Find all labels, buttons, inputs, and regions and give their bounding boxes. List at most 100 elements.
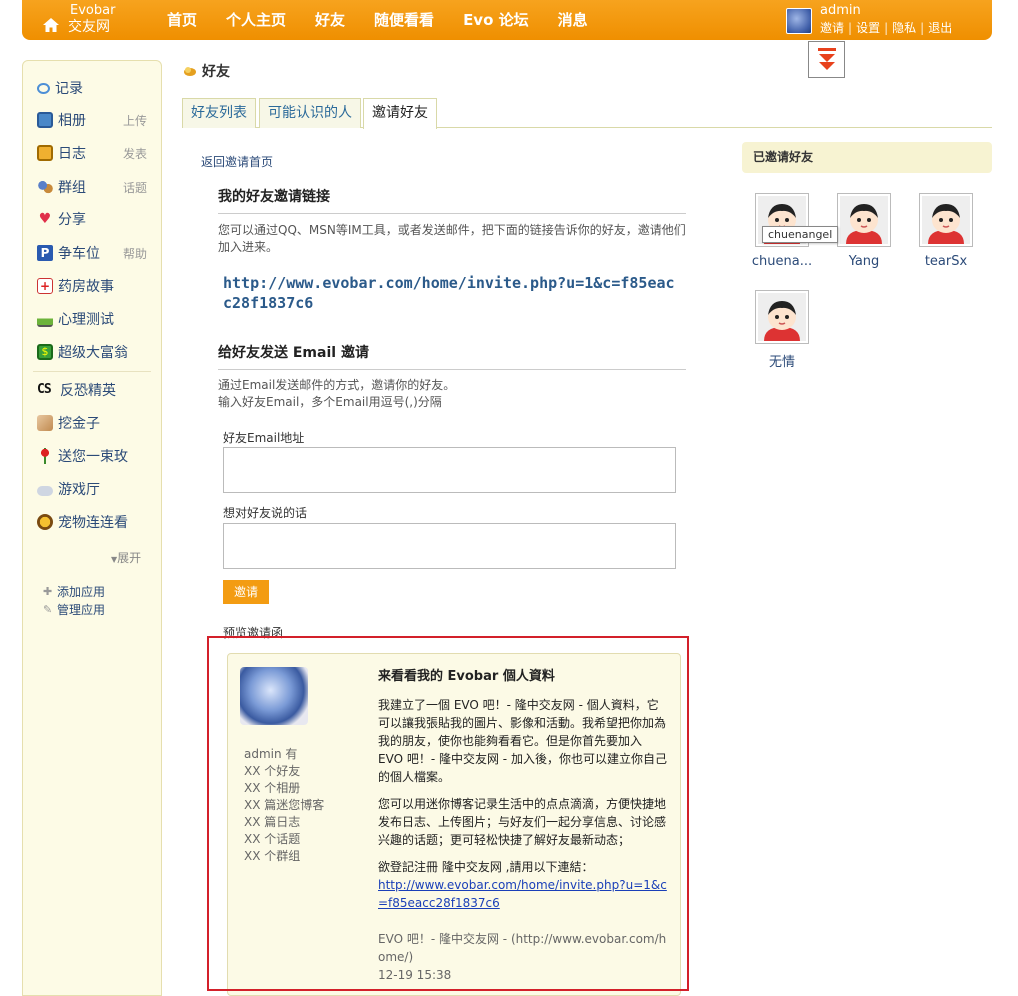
add-app-link[interactable]: ✚ 添加应用 (43, 583, 105, 600)
invite-link-section-title: 我的好友邀请链接 (218, 186, 686, 214)
sidebar-item-game-hall[interactable]: 游戏厅 (37, 478, 161, 500)
sidebar-item-pharmacy[interactable]: + 药房故事 (37, 275, 161, 297)
nav-friends[interactable]: 好友 (315, 0, 345, 40)
sidebar-item-parking[interactable]: P 争车位 帮助 (37, 242, 161, 264)
message-field[interactable] (223, 523, 676, 569)
avatar (755, 290, 809, 344)
publish-link[interactable]: 发表 (123, 145, 147, 162)
sidebar-divider (33, 371, 151, 372)
expand-label: 展开 (117, 551, 142, 565)
email-desc-line1: 通过Email发送邮件的方式，邀请你的好友。 (218, 378, 456, 392)
invited-friends-header: 已邀请好友 (742, 142, 992, 173)
nav-forum[interactable]: Evo 论坛 (463, 0, 529, 40)
invited-friend[interactable]: tearSx (906, 193, 986, 269)
nav-messages[interactable]: 消息 (558, 0, 588, 40)
sidebar-item-album[interactable]: 相册 上传 (37, 109, 161, 131)
friend-name: tearSx (924, 254, 968, 269)
sidebar-item-label: 超级大富翁 (58, 345, 128, 361)
nav-profile[interactable]: 个人主页 (226, 0, 286, 40)
tab-invite-friends[interactable]: 邀请好友 (363, 98, 437, 129)
sidebar: 记录 相册 上传 日志 发表 群组 话题 ♥ 分享 P 争车位 帮助 + 药房故事 心理测试 … (22, 60, 162, 996)
page-title-text: 好友 (202, 64, 230, 80)
sidebar-item-group[interactable]: 群组 话题 (37, 176, 161, 198)
add-app-label: 添加应用 (57, 585, 106, 599)
plus-icon: ✚ (43, 584, 53, 598)
notebook-icon (37, 145, 53, 161)
privacy-link[interactable]: 隐私 (892, 21, 916, 35)
manage-app-label: 管理应用 (57, 603, 106, 617)
invited-friend[interactable]: 无情 (742, 290, 822, 370)
email-invite-desc: 通过Email发送邮件的方式，邀请你的好友。 输入好友Email，多个Email… (218, 377, 686, 411)
friends-icon (184, 67, 196, 76)
user-links: 邀请 | 设置 | 隐私 | 退出 (820, 19, 952, 36)
logo-text-en: Evobar (70, 3, 116, 18)
friend-name: 无情 (768, 355, 795, 370)
separator: | (884, 21, 889, 35)
user-avatar[interactable] (786, 8, 812, 34)
upload-link[interactable]: 上传 (123, 112, 147, 129)
sidebar-item-label: 药房故事 (58, 279, 114, 295)
nav-browse[interactable]: 随便看看 (374, 0, 434, 40)
site-logo[interactable]: Evobar 交友网 (42, 2, 152, 38)
email-invite-section-title: 给好友发送 Email 邀请 (218, 342, 686, 370)
username[interactable]: admin (820, 3, 861, 18)
logout-link[interactable]: 退出 (928, 21, 952, 35)
invite-link-desc: 您可以通过QQ、MSN等IM工具，或者发送邮件，把下面的链接告诉你的好友，邀请他… (218, 223, 686, 254)
email-field-label: 好友Email地址 (223, 431, 305, 445)
tab-bar: 好友列表 可能认识的人 邀请好友 (182, 98, 992, 129)
sidebar-item-share[interactable]: ♥ 分享 (37, 208, 161, 230)
sidebar-item-label: 送您一束玫 (58, 449, 128, 465)
sidebar-item-gold[interactable]: 挖金子 (37, 412, 161, 434)
separator: | (920, 21, 925, 35)
manage-app-link[interactable]: ✎ 管理应用 (43, 601, 105, 618)
tab-may-know[interactable]: 可能认识的人 (259, 98, 361, 128)
message-field-label: 想对好友说的话 (223, 506, 308, 520)
flask-icon (37, 311, 53, 327)
sidebar-item-psych-test[interactable]: 心理测试 (37, 308, 161, 330)
speech-bubble-icon (37, 82, 50, 94)
sidebar-item-rose[interactable]: 送您一束玫 (37, 445, 161, 467)
sidebar-item-label: 争车位 (58, 246, 100, 262)
sidebar-item-label: 宠物连连看 (58, 515, 128, 531)
tab-friend-list[interactable]: 好友列表 (182, 98, 256, 128)
sidebar-item-label: 游戏厅 (58, 482, 100, 498)
user-panel: admin 邀请 | 设置 | 隐私 | 退出 (786, 3, 986, 37)
gamepad-icon (37, 485, 53, 496)
main-nav: 首页 个人主页 好友 随便看看 Evo 论坛 消息 (167, 0, 617, 40)
group-icon (37, 179, 53, 195)
sidebar-item-monopoly[interactable]: $ 超级大富翁 (37, 341, 161, 363)
sidebar-item-pet-match[interactable]: 宠物连连看 (37, 511, 161, 533)
heart-icon: ♥ (38, 211, 52, 227)
invite-link[interactable]: 邀请 (820, 21, 844, 35)
expand-toggle[interactable]: ▼展开 (111, 549, 141, 566)
topic-link[interactable]: 话题 (123, 179, 147, 196)
highlight-box (207, 636, 689, 991)
sidebar-item-cs[interactable]: CS 反恐精英 (37, 379, 161, 401)
logo-text-cn: 交友网 (68, 19, 110, 35)
invite-submit-button[interactable]: 邀请 (223, 580, 269, 604)
pencil-icon: ✎ (43, 602, 53, 616)
back-to-invite-home-link[interactable]: 返回邀请首页 (201, 153, 273, 170)
top-header: Evobar 交友网 首页 个人主页 好友 随便看看 Evo 论坛 消息 adm… (22, 0, 992, 40)
nav-home[interactable]: 首页 (167, 0, 197, 40)
parking-icon: P (37, 245, 53, 261)
sidebar-item-label: 挖金子 (58, 416, 100, 432)
email-field[interactable] (223, 447, 676, 493)
avatar (837, 193, 891, 247)
sidebar-item-label: 相册 (58, 113, 86, 129)
separator: | (848, 21, 853, 35)
double-chevron-down-icon (817, 47, 836, 70)
sidebar-item-record[interactable]: 记录 (37, 77, 161, 99)
settings-link[interactable]: 设置 (856, 21, 880, 35)
sidebar-item-label: 心理测试 (58, 312, 114, 328)
collapse-header-button[interactable] (808, 41, 845, 78)
friend-name: chuena... (751, 254, 813, 269)
rose-icon (37, 448, 53, 464)
invite-url[interactable]: http://www.evobar.com/home/invite.php?u=… (223, 273, 683, 313)
gold-icon (37, 415, 53, 431)
friend-name: Yang (848, 254, 880, 269)
pet-icon (37, 514, 53, 530)
help-link[interactable]: 帮助 (123, 245, 147, 262)
sidebar-item-blog[interactable]: 日志 发表 (37, 142, 161, 164)
email-desc-line2: 输入好友Email，多个Email用逗号(,)分隔 (218, 395, 442, 409)
